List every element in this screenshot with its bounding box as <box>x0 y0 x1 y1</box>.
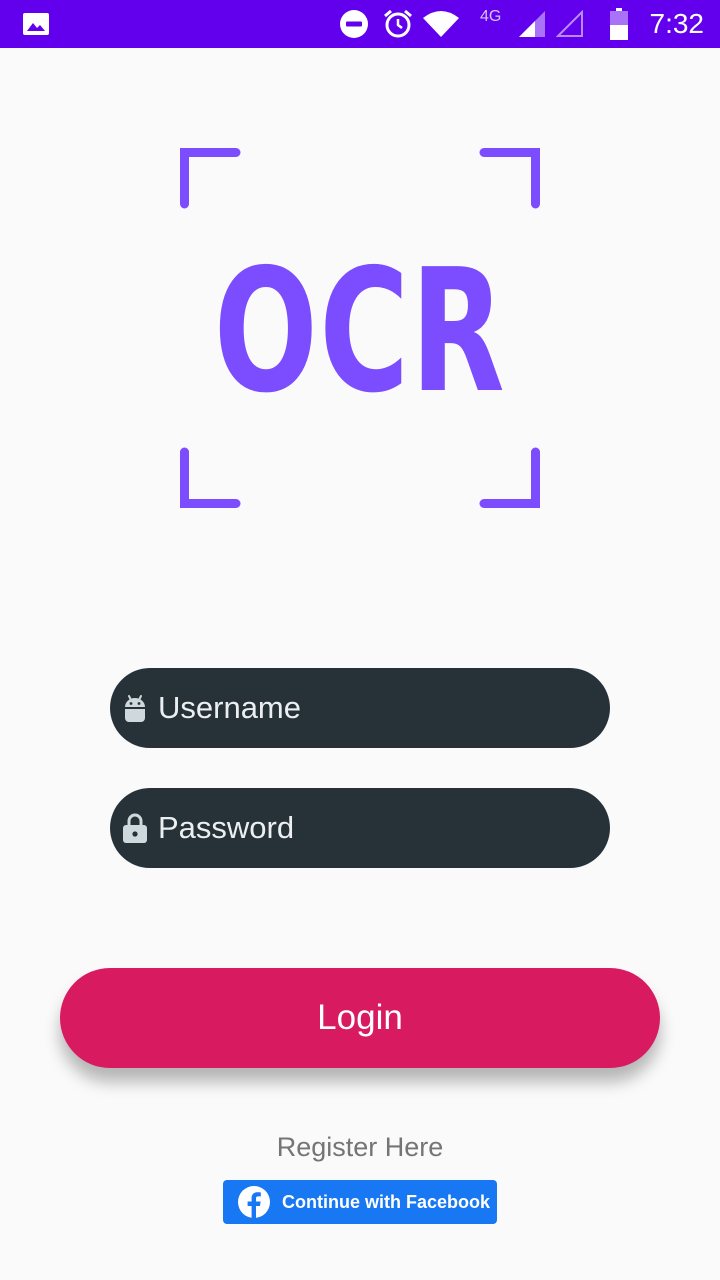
facebook-login-button[interactable]: Continue with Facebook <box>223 1180 497 1224</box>
alarm-icon <box>382 0 414 48</box>
login-button[interactable]: Login <box>60 968 660 1068</box>
facebook-button-label: Continue with Facebook <box>282 1191 491 1212</box>
status-time: 7:32 <box>649 8 705 39</box>
wifi-icon <box>422 0 460 48</box>
password-input[interactable] <box>158 810 578 846</box>
android-icon <box>122 690 148 726</box>
battery-icon <box>609 0 629 48</box>
register-link[interactable]: Register Here <box>0 1132 720 1163</box>
do-not-disturb-icon <box>339 0 369 48</box>
app-logo: OCR <box>180 148 540 508</box>
network-type-label: 4G <box>480 8 502 25</box>
status-bar: 4G 7:32 <box>0 0 720 48</box>
signal-empty-icon <box>556 0 584 48</box>
password-field[interactable] <box>110 788 610 868</box>
username-field[interactable] <box>110 668 610 748</box>
signal-icon <box>518 0 546 48</box>
facebook-icon <box>237 1185 271 1219</box>
lock-icon <box>122 810 148 846</box>
username-input[interactable] <box>158 690 578 726</box>
image-icon <box>22 0 50 48</box>
logo-text: OCR <box>213 233 507 431</box>
